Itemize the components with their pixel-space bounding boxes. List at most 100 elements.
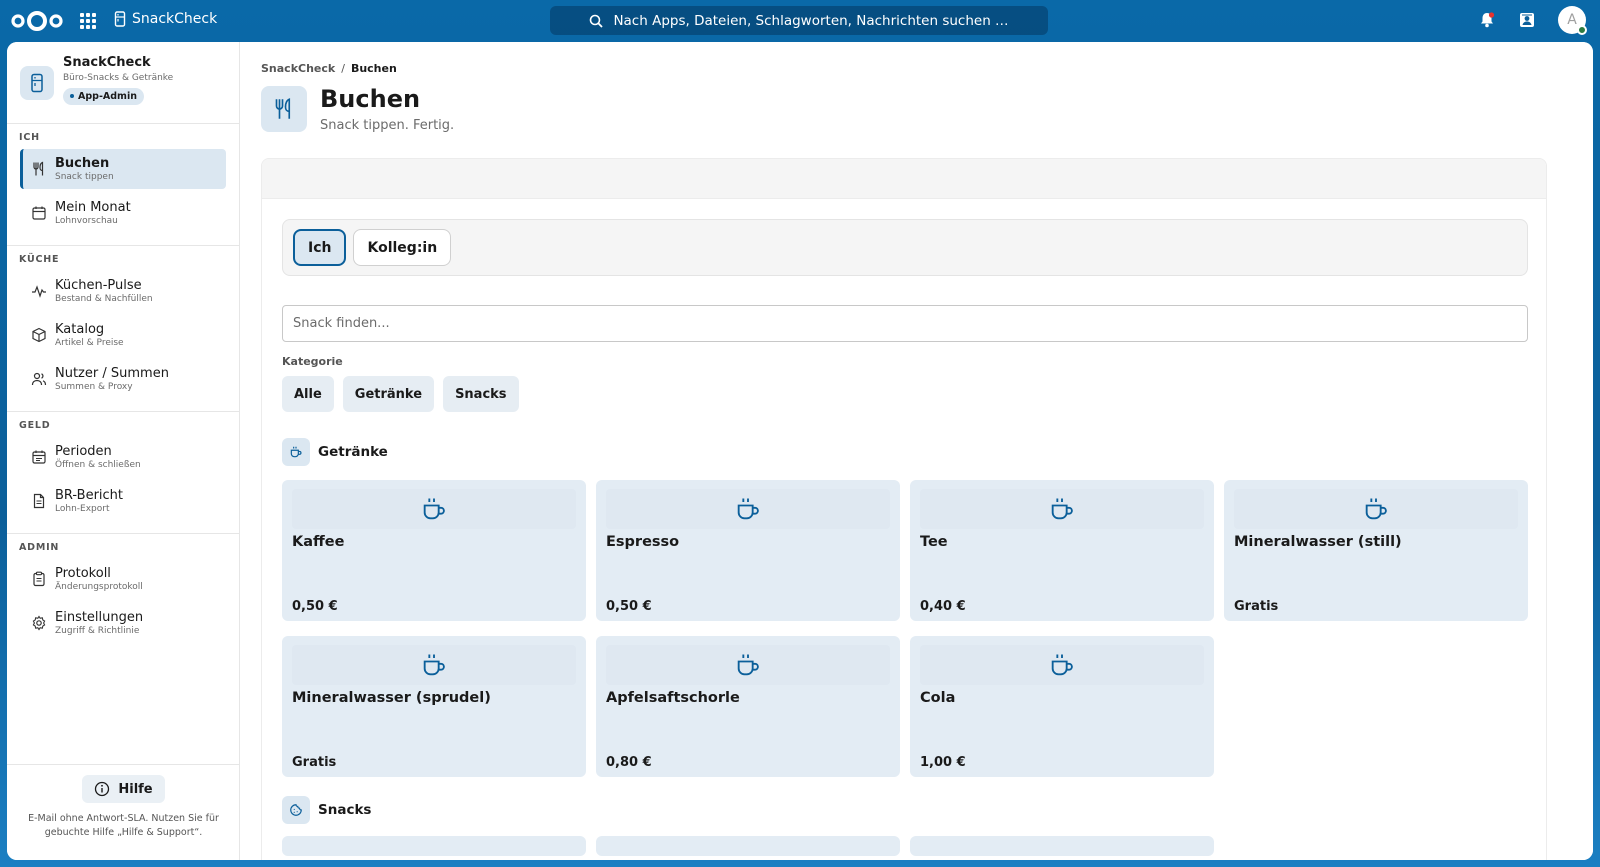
page-subtitle: Snack tippen. Fertig. <box>320 118 455 133</box>
product-card[interactable] <box>596 836 900 856</box>
search-placeholder: Nach Apps, Dateien, Schlagworten, Nachri… <box>613 12 1009 29</box>
sidebar-section-kueche: KÜCHE Küchen-Pulse Bestand & Nachfüllen K… <box>7 246 239 412</box>
group-title: Snacks <box>318 802 372 818</box>
pulse-icon <box>32 285 46 298</box>
category-chip-alle[interactable]: Alle <box>282 376 334 412</box>
product-name: Kaffee <box>292 534 345 550</box>
app-window: SnackCheck Büro-Snacks & Getränke App-Ad… <box>7 42 1593 860</box>
app-navigation: SnackCheck Büro-Snacks & Getränke App-Ad… <box>7 42 240 860</box>
top-bar: SnackCheck Nach Apps, Dateien, Schlagwor… <box>0 0 1600 42</box>
page-title: Buchen <box>320 85 421 113</box>
cup-icon <box>423 498 445 520</box>
sidebar-item-protokoll[interactable]: Protokoll Änderungsprotokoll <box>20 559 226 599</box>
section-label: GELD <box>19 420 51 431</box>
app-name-label: SnackCheck <box>132 11 218 27</box>
product-card[interactable]: Mineralwasser (sprudel) Gratis <box>282 636 586 777</box>
product-card[interactable]: Kaffee 0,50 € <box>282 480 586 621</box>
product-card[interactable]: Espresso 0,50 € <box>596 480 900 621</box>
notifications-icon[interactable] <box>1478 11 1496 29</box>
group-title: Getränke <box>318 444 388 460</box>
category-chip-snacks[interactable]: Snacks <box>443 376 519 412</box>
product-card[interactable]: Cola 1,00 € <box>910 636 1214 777</box>
avatar-letter: A <box>1567 12 1577 28</box>
product-name: Tee <box>920 534 948 550</box>
cup-icon <box>423 654 445 676</box>
panel-header-bar <box>262 159 1546 199</box>
product-card[interactable]: Apfelsaftschorle 0,80 € <box>596 636 900 777</box>
product-name: Mineralwasser (sprudel) <box>292 690 491 706</box>
category-label: Kategorie <box>282 355 343 368</box>
sidebar-section-geld: GELD Perioden Öffnen & schließen BR-Beric… <box>7 412 239 534</box>
sidebar-section-admin: ADMIN Protokoll Änderungsprotokoll Einste… <box>7 534 239 655</box>
main-content: SnackCheck / Buchen Buchen Snack tippen.… <box>240 42 1593 860</box>
product-price: 0,50 € <box>292 599 338 614</box>
fridge-icon <box>20 66 54 100</box>
sidebar-item-br-bericht[interactable]: BR-Bericht Lohn-Export <box>20 481 226 521</box>
breadcrumb: SnackCheck / Buchen <box>261 62 397 75</box>
role-badge: App-Admin <box>63 87 144 105</box>
group-header-getraenke: Getränke <box>282 438 388 466</box>
cup-icon <box>1051 498 1073 520</box>
sidebar-item-kuechen-pulse[interactable]: Küchen-Pulse Bestand & Nachfüllen <box>20 271 226 311</box>
sidebar-footer: Hilfe E-Mail ohne Antwort-SLA. Nutzen Si… <box>7 764 240 860</box>
product-card[interactable] <box>910 836 1214 856</box>
product-name: Espresso <box>606 534 680 550</box>
app-menu-icon[interactable] <box>80 13 96 29</box>
cup-icon <box>1051 654 1073 676</box>
sidebar-item-einstellungen[interactable]: Einstellungen Zugriff & Richtlinie <box>20 603 226 643</box>
product-card[interactable] <box>282 836 586 856</box>
product-name: Apfelsaftschorle <box>606 690 740 706</box>
product-price: 0,80 € <box>606 755 652 770</box>
nextcloud-logo[interactable] <box>10 8 64 34</box>
users-icon <box>31 372 47 386</box>
user-avatar[interactable]: A <box>1558 6 1587 35</box>
sidebar-item-perioden[interactable]: Perioden Öffnen & schließen <box>20 437 226 477</box>
help-button[interactable]: Hilfe <box>82 775 165 803</box>
contacts-icon[interactable] <box>1518 11 1536 29</box>
product-name: Cola <box>920 690 956 706</box>
section-label: ADMIN <box>19 542 60 553</box>
sidebar-item-mein-monat[interactable]: Mein Monat Lohnvorschau <box>20 193 226 233</box>
breadcrumb-home[interactable]: SnackCheck <box>261 62 335 75</box>
document-icon <box>33 493 45 509</box>
unified-search[interactable]: Nach Apps, Dateien, Schlagworten, Nachri… <box>550 6 1048 35</box>
box-icon <box>32 327 46 343</box>
snack-search-input[interactable] <box>282 305 1528 342</box>
product-price: 0,50 € <box>606 599 652 614</box>
sidebar-item-nutzer-summen[interactable]: Nutzer / Summen Summen & Proxy <box>20 359 226 399</box>
section-label: KÜCHE <box>19 254 60 265</box>
sidebar-item-buchen[interactable]: Buchen Snack tippen <box>20 149 226 189</box>
group-header-snacks: Snacks <box>282 796 371 824</box>
breadcrumb-current: Buchen <box>350 62 397 75</box>
fridge-icon <box>114 11 126 27</box>
product-grid-getraenke: Kaffee 0,50 € Espresso 0,50 € Tee 0,40 €… <box>282 480 1528 777</box>
search-icon <box>590 14 604 28</box>
current-app-link[interactable]: SnackCheck <box>114 11 217 27</box>
info-icon <box>95 781 110 797</box>
breadcrumb-separator: / <box>341 62 345 75</box>
sidebar-section-ich: ICH Buchen Snack tippen Mein Monat Lohnvor… <box>7 124 239 246</box>
cookie-icon <box>282 796 310 824</box>
cup-icon <box>282 438 310 466</box>
book-for-colleague-button[interactable]: Kolleg:in <box>353 229 452 266</box>
sidebar-app-subtitle: Büro-Snacks & Getränke <box>63 73 174 83</box>
product-price: Gratis <box>1234 599 1279 614</box>
section-label: ICH <box>19 132 40 143</box>
clipboard-icon <box>33 571 45 587</box>
product-price: 1,00 € <box>920 755 966 770</box>
category-filter: Alle Getränke Snacks <box>282 376 519 412</box>
booking-panel: Ich Kolleg:in Kategorie Alle Getränke Sn… <box>261 158 1547 860</box>
book-for-me-button[interactable]: Ich <box>293 229 347 266</box>
product-card[interactable]: Mineralwasser (still) Gratis <box>1224 480 1528 621</box>
product-card[interactable]: Tee 0,40 € <box>910 480 1214 621</box>
support-note: E-Mail ohne Antwort-SLA. Nutzen Sie für … <box>28 813 219 838</box>
cup-icon <box>737 498 759 520</box>
gear-icon <box>32 615 46 631</box>
product-grid-snacks <box>282 836 1528 856</box>
sidebar-item-katalog[interactable]: Katalog Artikel & Preise <box>20 315 226 355</box>
sidebar-header: SnackCheck Büro-Snacks & Getränke App-Ad… <box>7 42 239 124</box>
product-price: Gratis <box>292 755 337 770</box>
sidebar-app-title: SnackCheck <box>63 55 151 70</box>
help-label: Hilfe <box>118 781 153 797</box>
category-chip-getraenke[interactable]: Getränke <box>342 376 435 412</box>
